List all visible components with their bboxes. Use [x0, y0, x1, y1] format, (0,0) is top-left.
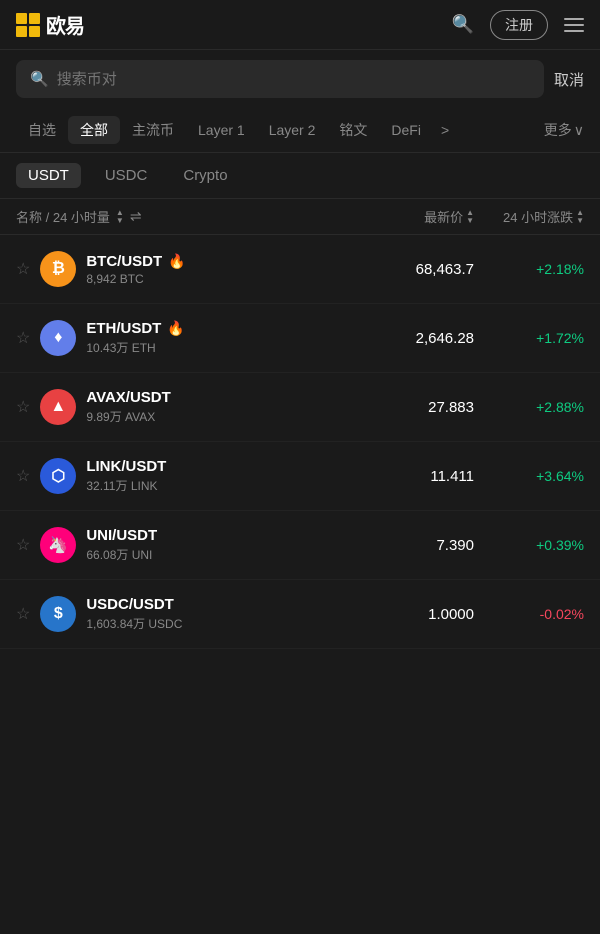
coin-logo: ⬡: [40, 458, 76, 494]
favorite-icon[interactable]: ☆: [16, 328, 30, 348]
coin-volume: 66.08万 UNI: [86, 546, 354, 563]
coin-pair: ETH/USDT 🔥: [86, 320, 354, 337]
cancel-button[interactable]: 取消: [554, 69, 584, 90]
coin-volume: 9.89万 AVAX: [86, 408, 354, 425]
logo-icon: [16, 13, 40, 37]
sort-price-arrows[interactable]: ▲ ▼: [466, 209, 474, 225]
favorite-icon[interactable]: ☆: [16, 397, 30, 417]
logo: 欧易: [16, 10, 84, 39]
register-button[interactable]: 注册: [490, 10, 548, 40]
coin-volume: 1,603.84万 USDC: [86, 615, 354, 632]
search-icon: 🔍: [30, 70, 49, 88]
coin-logo: ♦: [40, 320, 76, 356]
sub-tab-usdt[interactable]: USDT: [16, 163, 81, 188]
menu-icon[interactable]: [564, 18, 584, 32]
category-tab-layer-1[interactable]: Layer 1: [186, 118, 257, 142]
header-actions: 🔍 注册: [452, 10, 584, 40]
search-input[interactable]: [57, 71, 530, 88]
category-tab-defi[interactable]: DeFi: [379, 118, 433, 142]
coin-change: +2.88%: [474, 399, 584, 415]
coin-info: AVAX/USDT 9.89万 AVAX: [86, 389, 354, 425]
coin-pair: UNI/USDT: [86, 527, 354, 544]
category-tab-layer-2[interactable]: Layer 2: [257, 118, 328, 142]
sub-tab-usdc[interactable]: USDC: [93, 163, 160, 188]
coin-price: 2,646.28: [354, 330, 474, 347]
coin-price: 27.883: [354, 399, 474, 416]
sub-tabs: USDT USDC Crypto: [0, 153, 600, 199]
swap-icon[interactable]: ⇌: [130, 208, 142, 225]
coin-pair: AVAX/USDT: [86, 389, 354, 406]
col-change-header: 24 小时涨跌 ▲ ▼: [474, 207, 584, 226]
col-price-header: 最新价 ▲ ▼: [354, 207, 474, 226]
search-bar: 🔍 取消: [0, 50, 600, 108]
coin-logo: ▲: [40, 389, 76, 425]
coin-logo: ₿: [40, 251, 76, 287]
category-tab-铭文[interactable]: 铭文: [327, 116, 379, 144]
favorite-icon[interactable]: ☆: [16, 259, 30, 279]
category-tab-自选[interactable]: 自选: [16, 116, 68, 144]
more-button[interactable]: 更多∨: [544, 120, 584, 140]
category-tab-全部[interactable]: 全部: [68, 116, 120, 144]
category-arrow[interactable]: >: [433, 118, 457, 142]
favorite-icon[interactable]: ☆: [16, 535, 30, 555]
table-row[interactable]: ☆ ⬡ LINK/USDT 32.11万 LINK 11.411 +3.64%: [0, 442, 600, 511]
logo-text: 欧易: [46, 10, 84, 39]
coin-info: BTC/USDT 🔥 8,942 BTC: [86, 253, 354, 286]
coin-pair: USDC/USDT: [86, 596, 354, 613]
coin-price: 11.411: [354, 468, 474, 485]
coin-pair: LINK/USDT: [86, 458, 354, 475]
more-chevron-icon: ∨: [574, 122, 584, 139]
table-row[interactable]: ☆ 🦄 UNI/USDT 66.08万 UNI 7.390 +0.39%: [0, 511, 600, 580]
coin-logo: $: [40, 596, 76, 632]
col-name-header: 名称 / 24 小时量 ▲ ▼ ⇌: [16, 207, 354, 226]
coin-change: +2.18%: [474, 261, 584, 277]
coin-change: -0.02%: [474, 606, 584, 622]
coin-info: UNI/USDT 66.08万 UNI: [86, 527, 354, 563]
table-header: 名称 / 24 小时量 ▲ ▼ ⇌ 最新价 ▲ ▼ 24 小时涨跌 ▲ ▼: [0, 199, 600, 235]
coin-pair: BTC/USDT 🔥: [86, 253, 354, 270]
search-wrapper: 🔍: [16, 60, 544, 98]
coin-logo: 🦄: [40, 527, 76, 563]
table-row[interactable]: ☆ ₿ BTC/USDT 🔥 8,942 BTC 68,463.7 +2.18%: [0, 235, 600, 304]
sort-arrows[interactable]: ▲ ▼: [116, 209, 124, 225]
coin-volume: 8,942 BTC: [86, 272, 354, 286]
header: 欧易 🔍 注册: [0, 0, 600, 50]
more-label: 更多: [544, 120, 572, 140]
hot-icon: 🔥: [167, 320, 184, 337]
favorite-icon[interactable]: ☆: [16, 466, 30, 486]
coin-price: 1.0000: [354, 606, 474, 623]
coin-info: LINK/USDT 32.11万 LINK: [86, 458, 354, 494]
coin-price: 7.390: [354, 537, 474, 554]
table-row[interactable]: ☆ $ USDC/USDT 1,603.84万 USDC 1.0000 -0.0…: [0, 580, 600, 649]
coin-info: USDC/USDT 1,603.84万 USDC: [86, 596, 354, 632]
search-icon[interactable]: 🔍: [452, 14, 474, 35]
coin-change: +0.39%: [474, 537, 584, 553]
category-tab-主流币[interactable]: 主流币: [120, 116, 186, 144]
coin-volume: 32.11万 LINK: [86, 477, 354, 494]
coin-list: ☆ ₿ BTC/USDT 🔥 8,942 BTC 68,463.7 +2.18%…: [0, 235, 600, 649]
hot-icon: 🔥: [168, 253, 185, 270]
sub-tab-crypto[interactable]: Crypto: [171, 163, 239, 188]
table-row[interactable]: ☆ ♦ ETH/USDT 🔥 10.43万 ETH 2,646.28 +1.72…: [0, 304, 600, 373]
coin-volume: 10.43万 ETH: [86, 339, 354, 356]
coin-change: +3.64%: [474, 468, 584, 484]
coin-info: ETH/USDT 🔥 10.43万 ETH: [86, 320, 354, 356]
sort-change-arrows[interactable]: ▲ ▼: [576, 209, 584, 225]
coin-price: 68,463.7: [354, 261, 474, 278]
table-row[interactable]: ☆ ▲ AVAX/USDT 9.89万 AVAX 27.883 +2.88%: [0, 373, 600, 442]
coin-change: +1.72%: [474, 330, 584, 346]
category-tabs: 自选全部主流币Layer 1Layer 2铭文DeFi> 更多∨: [0, 108, 600, 153]
favorite-icon[interactable]: ☆: [16, 604, 30, 624]
